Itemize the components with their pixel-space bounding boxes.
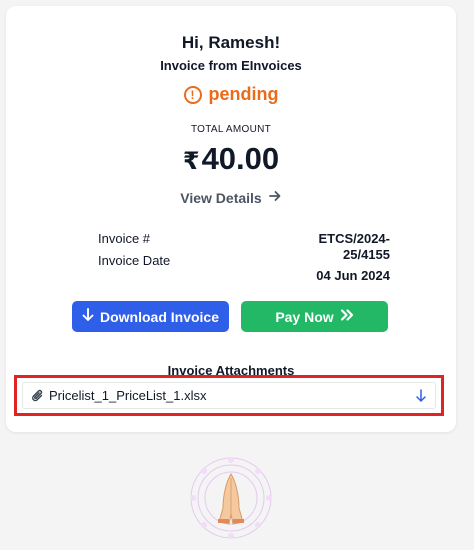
exclamation-circle-icon: !: [183, 85, 202, 104]
pay-now-button[interactable]: Pay Now: [241, 301, 388, 332]
namaste-hands-logo: [185, 452, 277, 544]
arrow-right-icon: [268, 189, 282, 206]
invoice-date-label: Invoice Date: [98, 253, 171, 268]
invoice-card: Hi, Ramesh! Invoice from EInvoices ! pen…: [6, 6, 456, 432]
invoice-number-line-1: ETCS/2024-: [318, 231, 390, 246]
attachment-item[interactable]: Pricelist_1_PriceList_1.xlsx: [22, 382, 436, 409]
attachment-download-icon[interactable]: [413, 388, 429, 404]
amount-value: 40.00: [201, 141, 280, 176]
download-invoice-label: Download Invoice: [99, 308, 219, 325]
greeting: Hi, Ramesh!: [181, 33, 281, 52]
pay-now-label: Pay Now: [275, 308, 334, 325]
status-badge: ! pending: [6, 84, 456, 105]
view-details-link[interactable]: View Details: [6, 189, 456, 206]
view-details-label: View Details: [180, 189, 262, 206]
arrow-down-icon: [82, 308, 94, 325]
attachment-highlight: Pricelist_1_PriceList_1.xlsx: [14, 375, 444, 416]
invoice-number-value: ETCS/2024- 25/4155: [264, 231, 390, 263]
invoice-number-label: Invoice #: [98, 231, 151, 246]
attachment-name[interactable]: Pricelist_1_PriceList_1.xlsx: [49, 388, 413, 403]
status-text: pending: [208, 84, 279, 104]
invoice-number-line-2: 25/4155: [343, 247, 390, 262]
currency-symbol: ₹: [182, 148, 200, 175]
invoice-from: Invoice from EInvoices: [160, 58, 302, 73]
download-invoice-button[interactable]: Download Invoice: [72, 301, 229, 332]
invoice-date-value: 04 Jun 2024: [316, 268, 390, 283]
total-amount: ₹ 40.00: [6, 141, 456, 177]
paperclip-icon: [31, 388, 45, 404]
total-amount-label: TOTAL AMOUNT: [190, 124, 272, 135]
double-chevron-right-icon: [340, 308, 354, 325]
